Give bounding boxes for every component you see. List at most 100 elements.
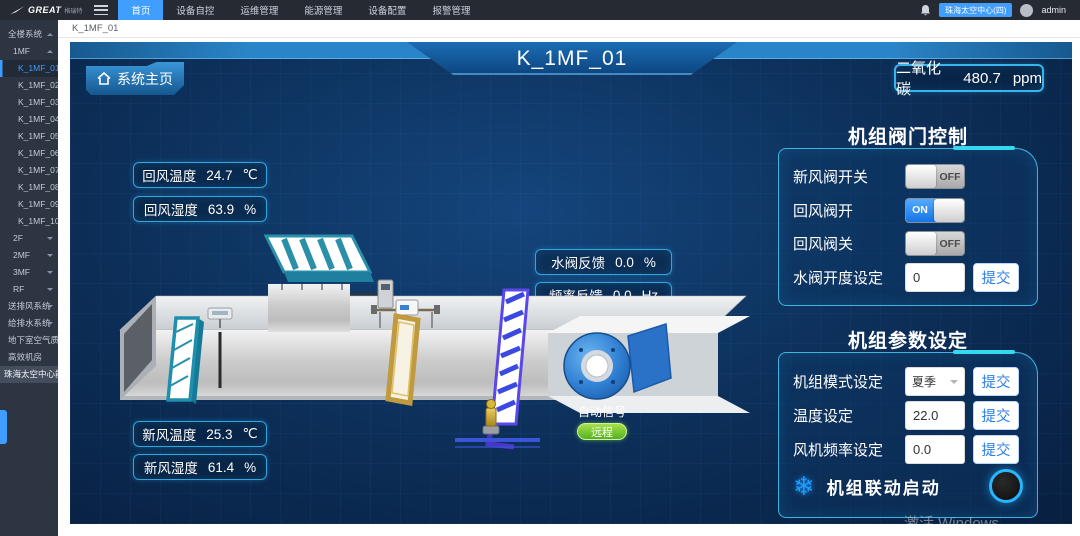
sidebar-item-3MF[interactable]: 3MF — [0, 264, 58, 281]
sidebar-item-K_1MF_02[interactable]: K_1MF_02 — [0, 77, 58, 94]
sidebar-item-K_1MF_01[interactable]: K_1MF_01 — [0, 60, 58, 77]
fresh-valve-toggle[interactable]: OFF — [905, 164, 965, 189]
freq-submit-button[interactable]: 提交 — [973, 435, 1019, 464]
menu-item-alarm[interactable]: 报警管理 — [419, 0, 483, 20]
coil-frame — [388, 316, 418, 403]
param-panel-title: 机组参数设定 — [778, 326, 1038, 353]
sidebar-list: 全楼系统 1MF K_1MF_01 K_1MF_02K_1MF_03 K_1MF_04 K… — [0, 26, 58, 383]
sidebar-item-label: 地下室空气质量 — [8, 335, 58, 345]
menu-item-energy[interactable]: 能源管理 — [291, 0, 355, 20]
chevron-down-icon — [47, 288, 53, 291]
valve-control-panel: 新风阀开关 OFF 回风阀开 ON — [778, 148, 1038, 306]
return-valve-open-label: 回风阀开 — [793, 200, 905, 221]
sidebar-item-K_1MF_07[interactable]: K_1MF_07 — [0, 162, 58, 179]
sidebar-item-2MF[interactable]: 2MF — [0, 247, 58, 264]
sidebar-item-label: K_1MF_08 — [18, 182, 58, 192]
brand-logo: GREAT 格瑞特 — [0, 5, 90, 15]
top-navbar: GREAT 格瑞特 首页 设备自控 运维管理 能源管理 设备配置 报警管理 珠海… — [0, 0, 1080, 20]
sidebar-item-RF[interactable]: RF — [0, 281, 58, 298]
chevron-down-icon — [47, 322, 53, 325]
sidebar-item-label: K_1MF_05 — [18, 131, 58, 141]
sidebar-item-K_1MF_10[interactable]: K_1MF_10 — [0, 213, 58, 230]
menu-item-device-control[interactable]: 设备自控 — [163, 0, 227, 20]
menu-item-ops[interactable]: 运维管理 — [227, 0, 291, 20]
menu-item-device-config[interactable]: 设备配置 — [355, 0, 419, 20]
mode-select[interactable]: 夏季 — [905, 367, 965, 396]
sidebar-collapse-icon[interactable] — [94, 5, 108, 15]
project-badge[interactable]: 珠海太空中心(四) — [939, 3, 1012, 17]
sidebar-item-高效机房[interactable]: 高效机房 — [0, 349, 58, 366]
co2-chip: 二氧化碳 480.7 ppm — [894, 64, 1044, 92]
chevron-up-icon — [47, 33, 53, 36]
return-humidity-unit: % — [244, 202, 256, 217]
return-humidity-value: 63.9 — [208, 202, 234, 217]
sidebar-item-K_1MF_08[interactable]: K_1MF_08 — [0, 179, 58, 196]
sidebar-item-label: K_1MF_01 — [18, 63, 58, 73]
return-valve-open-row: 回风阀开 ON — [793, 195, 1023, 226]
co2-label: 二氧化碳 — [896, 57, 951, 99]
title-banner: K_1MF_01 — [407, 42, 737, 75]
return-valve-close-toggle[interactable]: OFF — [905, 231, 965, 256]
sidebar-item-label: RF — [13, 284, 24, 294]
water-valve-input[interactable] — [905, 263, 965, 292]
chevron-down-icon — [47, 271, 53, 274]
username[interactable]: admin — [1041, 5, 1066, 15]
return-temp-label: 回风温度 — [142, 165, 196, 185]
return-temp-value: 24.7 — [206, 168, 232, 183]
sidebar-item-送排风系统[interactable]: 送排风系统 — [0, 298, 58, 315]
sidebar-item-地下室空气质量[interactable]: 地下室空气质量 — [0, 332, 58, 349]
snowflake-icon: ❄ — [793, 473, 815, 499]
mode-submit-button[interactable]: 提交 — [973, 367, 1019, 396]
freq-set-label: 风机频率设定 — [793, 439, 905, 460]
temp-set-input[interactable] — [905, 401, 965, 430]
sidebar-item-2F[interactable]: 2F — [0, 230, 58, 247]
chevron-down-icon — [47, 305, 53, 308]
page-title: K_1MF_01 — [517, 47, 628, 71]
freq-set-input[interactable] — [905, 435, 965, 464]
tab-k-1mf-01[interactable]: K_1MF_01 — [72, 23, 118, 34]
sidebar-item-label: K_1MF_09 — [18, 199, 58, 209]
sidebar-item-label: 给排水系统 — [8, 318, 51, 328]
bell-icon[interactable] — [920, 4, 931, 16]
sidebar-item-label: 2MF — [13, 250, 30, 260]
chevron-down-icon — [47, 254, 53, 257]
sidebar-item-K_1MF_05[interactable]: K_1MF_05 — [0, 128, 58, 145]
sidebar-item-label: 全楼系统 — [8, 29, 42, 39]
sidebar-item-K_1MF_06[interactable]: K_1MF_06 — [0, 145, 58, 162]
logo-subtext: 格瑞特 — [64, 6, 82, 15]
sidebar-item-label: 送排风系统 — [8, 301, 51, 311]
linkage-start-button[interactable] — [989, 469, 1023, 503]
logo-swoosh-icon — [10, 6, 25, 15]
sidebar-item-珠海太空中心能耗[interactable]: 珠海太空中心能耗 — [0, 366, 58, 383]
menu-item-home[interactable]: 首页 — [118, 0, 163, 20]
fresh-valve-label: 新风阀开关 — [793, 166, 905, 187]
fresh-valve-row: 新风阀开关 OFF — [793, 161, 1023, 192]
sidebar-handle[interactable] — [0, 410, 7, 444]
avatar[interactable] — [1020, 4, 1033, 17]
sidebar-item-label: 3MF — [13, 267, 30, 277]
hmi-dashboard: K_1MF_01 系统主页 二氧化碳 480.7 ppm 回风温度 24.7 ℃… — [70, 42, 1072, 524]
sidebar-item-K_1MF_09[interactable]: K_1MF_09 — [0, 196, 58, 213]
return-valve-open-toggle[interactable]: ON — [905, 198, 965, 223]
co2-unit: ppm — [1013, 70, 1042, 87]
mode-select-value: 夏季 — [912, 373, 936, 390]
sidebar-item-给排水系统[interactable]: 给排水系统 — [0, 315, 58, 332]
water-valve-submit-button[interactable]: 提交 — [973, 263, 1019, 292]
system-home-button[interactable]: 系统主页 — [86, 62, 184, 95]
sidebar-item-1MF[interactable]: 1MF — [0, 43, 58, 60]
sidebar-item-label: K_1MF_04 — [18, 114, 58, 124]
toggle-knob — [934, 199, 964, 222]
content-area: K_1MF_01 K_1MF_01 系统主页 二氧化碳 480.7 ppm 回风… — [58, 20, 1080, 536]
home-button-label: 系统主页 — [117, 69, 173, 89]
linkage-start-label: 机组联动启动 — [827, 474, 941, 499]
main-menu: 首页 设备自控 运维管理 能源管理 设备配置 报警管理 — [118, 0, 483, 20]
temp-submit-button[interactable]: 提交 — [973, 401, 1019, 430]
ahu-diagram — [100, 228, 800, 478]
sidebar-item-K_1MF_03[interactable]: K_1MF_03 — [0, 94, 58, 111]
fan-signal-label: 自动信号 — [542, 403, 662, 420]
sidebar-item-K_1MF_04[interactable]: K_1MF_04 — [0, 111, 58, 128]
sidebar-item-label: 1MF — [13, 46, 30, 56]
remote-mode-pill[interactable]: 远程 — [577, 423, 627, 440]
param-setting-panel: 机组模式设定 夏季 提交 温度设定 提交 — [778, 352, 1038, 518]
sidebar-item-全楼系统[interactable]: 全楼系统 — [0, 26, 58, 43]
